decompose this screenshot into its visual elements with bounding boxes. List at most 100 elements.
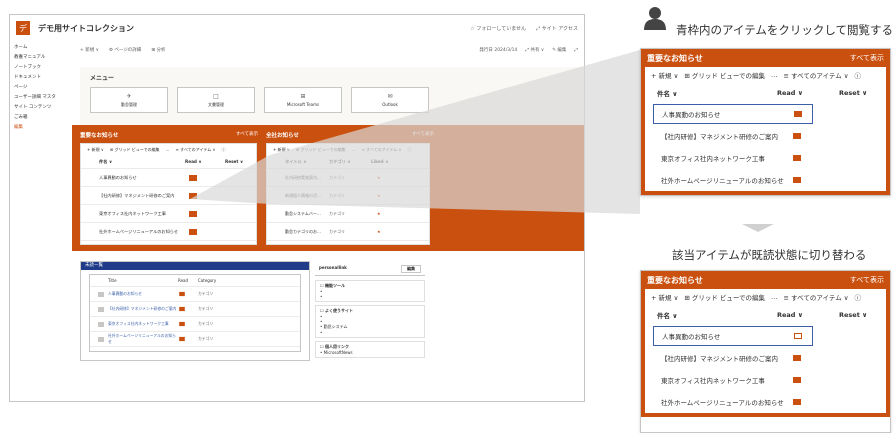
analytics-button[interactable]: ⊞ 分析 xyxy=(151,47,165,53)
envelope-icon[interactable] xyxy=(793,355,801,361)
nav-item[interactable]: ごみ箱 xyxy=(10,113,72,123)
personal-title: personallink xyxy=(319,265,347,270)
envelope-icon[interactable] xyxy=(793,133,801,139)
star-icon[interactable]: ★ xyxy=(377,175,381,180)
view-selector[interactable]: ≡ すべてのアイテム ∨ xyxy=(784,70,849,80)
all-notice-see-all[interactable]: すべて表示 xyxy=(412,131,434,137)
link-item[interactable]: • MicrosoftNews xyxy=(320,350,420,355)
envelope-icon[interactable] xyxy=(793,155,801,161)
star-icon[interactable]: ★ xyxy=(377,193,381,198)
nav-item[interactable]: ホーム xyxy=(10,43,72,53)
view-selector[interactable]: ≡ すべてのアイテム ∨ xyxy=(784,292,849,302)
follow-button[interactable]: ☆ フォローしていません xyxy=(470,25,526,32)
link-item[interactable]: • xyxy=(320,294,420,299)
table-row[interactable]: 勤怠カテゴリのお… カテゴリ ★ xyxy=(267,223,429,241)
info-icon[interactable]: ⓘ xyxy=(855,292,862,302)
all-notice-title: 全社お知らせ xyxy=(266,133,299,139)
envelope-icon[interactable] xyxy=(793,177,801,183)
col-reset[interactable]: Reset ∨ xyxy=(839,89,867,97)
table-row[interactable]: 【社内研修】マネジメント研修のご案内 xyxy=(645,347,886,369)
highlight-box[interactable]: 人事異動のお知らせ xyxy=(653,104,813,124)
nav-item[interactable]: サイト コンテンツ xyxy=(10,103,72,113)
envelope-icon[interactable] xyxy=(189,210,197,217)
see-all-link[interactable]: すべて表示 xyxy=(850,53,884,63)
info-icon[interactable]: ⓘ xyxy=(855,70,862,80)
page-details-button[interactable]: ⚙ ページの詳細 xyxy=(109,47,141,53)
new-button[interactable]: + 新規 ∨ xyxy=(651,70,678,80)
new-button[interactable]: + 新規 ∨ xyxy=(651,292,678,302)
expand-icon[interactable]: ⤢ xyxy=(574,47,578,53)
table-row[interactable]: 東京オフィス社内ネットワーク工事 xyxy=(645,369,886,391)
col-read[interactable]: Read ∨ xyxy=(777,89,839,97)
user-icon xyxy=(644,7,666,30)
more-button[interactable]: … xyxy=(771,293,778,301)
col-reset[interactable]: Reset ∨ xyxy=(839,311,867,319)
notice-see-all[interactable]: すべて表示 xyxy=(236,131,258,137)
table-row[interactable]: 東京オフィス社内ネットワーク工事 xyxy=(81,205,256,223)
envelope-icon[interactable] xyxy=(179,336,185,342)
envelope-icon[interactable] xyxy=(179,291,185,297)
link-item[interactable]: • xyxy=(320,330,420,335)
panel-cmd: + 新規 ∨ ⊞ グリッド ビューでの編集 … ≡ すべてのアイテム ∨ ⓘ xyxy=(645,289,886,305)
unread-list: Title Read Category 人事異動のお知らせ カテゴリ 【社内研修】マネ… xyxy=(89,274,301,352)
envelope-icon[interactable] xyxy=(793,377,801,383)
table-row[interactable]: 社外ホームページリニューアルのお知らせ xyxy=(645,169,886,191)
site-title[interactable]: デモ用サイトコレクション xyxy=(38,23,134,34)
folder-icon: □ xyxy=(213,92,219,100)
personal-edit-button[interactable]: 編集 xyxy=(401,265,421,273)
envelope-icon[interactable] xyxy=(794,111,802,117)
list-item[interactable]: 【社内研修】マネジメント研修のご案内 カテゴリ xyxy=(90,302,300,317)
col-read[interactable]: Read ∨ xyxy=(777,311,839,319)
notice-band: 重要なお知らせ すべて表示 全社お知らせ すべて表示 + 新規 ∨ ⊞ グリッド … xyxy=(72,125,584,251)
nav-item[interactable]: ユーザー詳細 マスタ xyxy=(10,93,72,103)
table-row[interactable]: 新規個人情報の活… カテゴリ ★ xyxy=(267,187,429,205)
table-row[interactable]: 勤怠システムバー… カテゴリ ★ xyxy=(267,205,429,223)
table-row[interactable]: 人事異動のお知らせ xyxy=(81,169,256,187)
tile-teams[interactable]: ⊞ Microsoft Teams xyxy=(264,87,342,113)
star-icon[interactable]: ★ xyxy=(377,229,381,234)
edit-button[interactable]: ✎ 編集 xyxy=(552,47,566,53)
nav-item-edit[interactable]: 編集 xyxy=(10,123,72,133)
new-button[interactable]: + 新規 ∨ xyxy=(80,47,99,53)
left-nav: ホーム 教養マニュアル ノートブック ドキュメント ページ ユーザー詳細 マスタ… xyxy=(10,43,72,133)
envelope-icon[interactable] xyxy=(179,306,185,312)
table-row[interactable]: 社外ホームページリニューアルのお知らせ xyxy=(81,223,256,241)
nav-item[interactable]: ノートブック xyxy=(10,63,72,73)
envelope-icon[interactable] xyxy=(179,321,185,327)
menu-title: メニュー xyxy=(90,75,115,82)
table-row[interactable]: 【社内研修】マネジメント研修のご案内 xyxy=(81,187,256,205)
table-row[interactable]: 【社内研修】マネジメント研修のご案内 xyxy=(645,125,886,147)
table-row[interactable]: 人事異動のお知らせ xyxy=(645,325,886,347)
list-item[interactable]: 人事異動のお知らせ カテゴリ xyxy=(90,287,300,302)
grid-edit-button[interactable]: ⊞ グリッド ビューでの編集 xyxy=(684,70,765,80)
table-row[interactable]: 人事異動のお知らせ xyxy=(645,103,886,125)
nav-item[interactable]: 教養マニュアル xyxy=(10,53,72,63)
envelope-icon[interactable] xyxy=(189,192,197,199)
envelope-open-icon[interactable] xyxy=(794,333,802,339)
all-notice-cmd: + 新規 ∨ ⊞ グリッド ビューでの編集… ≡ すべてのアイテム ∨ ⓘ xyxy=(273,147,412,152)
table-row[interactable]: 東京オフィス社内ネットワーク工事 xyxy=(645,147,886,169)
tile-documents[interactable]: □ 文書管理 xyxy=(177,87,255,113)
tile-attendance[interactable]: ✈ 勤怠管理 xyxy=(90,87,168,113)
nav-item[interactable]: ドキュメント xyxy=(10,73,72,83)
zoom-panel-after: 重要なお知らせ すべて表示 + 新規 ∨ ⊞ グリッド ビューでの編集 … ≡ す… xyxy=(640,270,891,433)
all-notice-list: + 新規 ∨ ⊞ グリッド ビューでの編集… ≡ すべてのアイテム ∨ ⓘ タイトル … xyxy=(266,143,430,245)
envelope-icon[interactable] xyxy=(189,174,197,181)
site-access-button[interactable]: ⤢ サイト アクセス xyxy=(536,25,578,32)
see-all-link[interactable]: すべて表示 xyxy=(850,275,884,285)
envelope-icon[interactable] xyxy=(793,399,801,405)
grid-edit-button[interactable]: ⊞ グリッド ビューでの編集 xyxy=(684,292,765,302)
tile-outlook[interactable]: ✉ Outlook xyxy=(351,87,429,113)
nav-item[interactable]: ページ xyxy=(10,83,72,93)
col-subject[interactable]: 件名 ∨ xyxy=(657,310,777,320)
highlight-box[interactable]: 人事異動のお知らせ xyxy=(653,326,813,346)
list-item[interactable]: 社外ホームページリニューアルのお知らせ カテゴリ xyxy=(90,332,300,347)
table-row[interactable]: 社外ホームページリニューアルのお知らせ xyxy=(645,391,886,413)
table-row[interactable]: 社内研修実施案内… カテゴリ ★ xyxy=(267,169,429,187)
more-button[interactable]: … xyxy=(771,71,778,79)
share-button[interactable]: ⤢ 共有 ∨ xyxy=(525,47,544,53)
star-icon[interactable]: ★ xyxy=(377,211,381,216)
col-subject[interactable]: 件名 ∨ xyxy=(657,88,777,98)
list-item[interactable]: 東京オフィス社内ネットワーク工事 カテゴリ xyxy=(90,317,300,332)
envelope-icon[interactable] xyxy=(189,228,197,235)
